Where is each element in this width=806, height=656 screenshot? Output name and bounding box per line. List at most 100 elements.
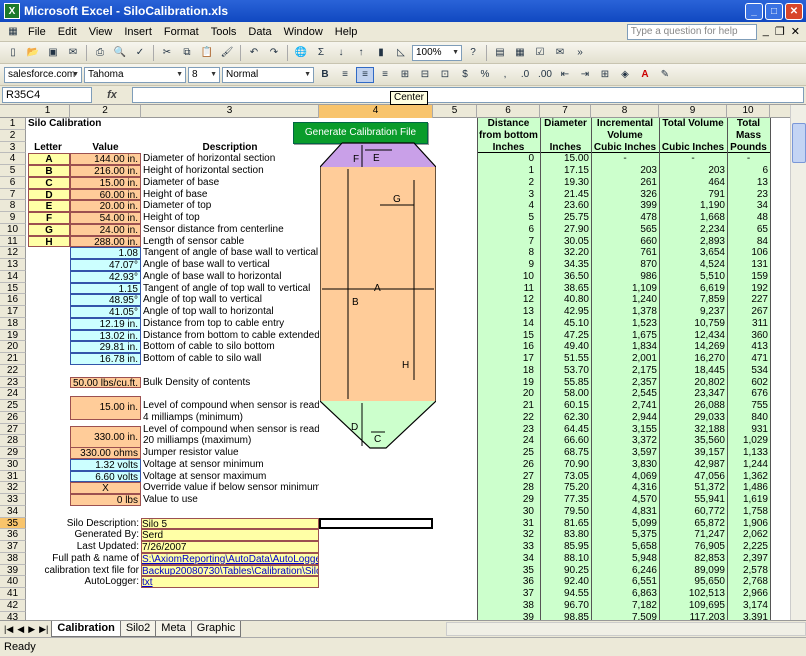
row-header[interactable]: 36 — [0, 529, 26, 541]
increase-decimal-icon[interactable]: .0 — [516, 67, 534, 83]
row-header[interactable]: 22 — [0, 364, 26, 377]
zoom-select[interactable]: 100% — [412, 44, 462, 61]
decrease-indent-icon[interactable]: ⇤ — [556, 67, 574, 83]
cut-icon[interactable]: ✂ — [158, 45, 176, 61]
value-input[interactable]: 54.00 in. — [70, 212, 141, 224]
save-icon[interactable]: ▣ — [44, 45, 62, 61]
font-color-icon[interactable]: A — [636, 67, 654, 83]
misc-value[interactable]: 330.00 ohms — [70, 447, 141, 459]
meta-value[interactable]: S:\AxiomReporting\AutoData\AutoLogger — [141, 552, 319, 565]
fx-icon[interactable]: fx — [92, 89, 132, 101]
row-header[interactable]: 38 — [0, 552, 26, 565]
level-max-input[interactable]: 330.00 in. — [70, 425, 141, 449]
open-icon[interactable]: 📂 — [24, 45, 42, 61]
row-header[interactable]: 40 — [0, 576, 26, 588]
tab-silo2[interactable]: Silo2 — [119, 621, 157, 637]
value-input[interactable]: 288.00 in. — [70, 235, 141, 248]
row-header[interactable]: 34 — [0, 505, 26, 518]
meta-value[interactable]: Serd — [141, 529, 319, 541]
bold-button[interactable]: B — [316, 67, 334, 83]
sort-ascending-icon[interactable]: ↓ — [332, 45, 350, 61]
doc-close-button[interactable]: ✕ — [791, 25, 800, 38]
row-header[interactable]: 27 — [0, 423, 26, 436]
currency-icon[interactable]: $ — [456, 67, 474, 83]
prev-sheet-icon[interactable]: ◀ — [17, 624, 24, 635]
row-header[interactable]: 1 — [0, 118, 26, 130]
undo-icon[interactable]: ↶ — [245, 45, 263, 61]
font-select[interactable]: Tahoma — [84, 66, 186, 83]
autosum-icon[interactable]: Σ — [312, 45, 330, 61]
active-cell[interactable] — [319, 517, 433, 530]
excel-doc-icon[interactable]: ▦ — [4, 24, 22, 40]
row-header[interactable]: 19 — [0, 329, 26, 342]
align-center-icon[interactable]: ≡ — [356, 66, 374, 83]
row-header[interactable]: 10 — [0, 223, 26, 236]
reviewing-icon[interactable]: ▤ — [491, 45, 509, 61]
borders-icon[interactable]: ⊞ — [596, 67, 614, 83]
sort-descending-icon[interactable]: ↑ — [352, 45, 370, 61]
forms-icon[interactable]: ☑ — [531, 45, 549, 61]
row-header[interactable]: 9 — [0, 212, 26, 224]
menu-insert[interactable]: Insert — [118, 26, 158, 38]
column-header[interactable]: 2 — [70, 105, 141, 118]
menu-tools[interactable]: Tools — [205, 26, 243, 38]
name-box[interactable]: R35C4 — [2, 87, 92, 103]
row-header[interactable]: 18 — [0, 317, 26, 330]
row-header[interactable]: 42 — [0, 599, 26, 612]
value-input[interactable]: 216.00 in. — [70, 165, 141, 177]
mail-icon[interactable]: ✉ — [551, 45, 569, 61]
row-header[interactable]: 14 — [0, 270, 26, 283]
misc-value[interactable]: X — [70, 482, 141, 494]
row-header[interactable]: 28 — [0, 435, 26, 447]
tab-graphic[interactable]: Graphic — [190, 621, 242, 637]
horizontal-scrollbar[interactable] — [446, 622, 806, 636]
draw-border-icon[interactable]: ✎ — [656, 67, 674, 83]
unmerge-icon[interactable]: ⊡ — [436, 67, 454, 83]
decrease-decimal-icon[interactable]: .00 — [536, 67, 554, 83]
first-sheet-icon[interactable]: |◀ — [4, 624, 13, 635]
misc-value[interactable]: 6.60 volts — [70, 470, 141, 483]
chart-wizard-icon[interactable]: ▮ — [372, 45, 390, 61]
print-preview-icon[interactable]: 🔍 — [111, 45, 129, 61]
row-header[interactable]: 41 — [0, 588, 26, 600]
maximize-button[interactable]: □ — [765, 2, 783, 20]
meta-value[interactable]: Backup20080730\Tables\Calibration\Silo5. — [141, 564, 319, 577]
style-select[interactable]: Normal — [222, 66, 314, 83]
row-header[interactable]: 23 — [0, 376, 26, 389]
menu-help[interactable]: Help — [329, 26, 364, 38]
row-header[interactable]: 30 — [0, 458, 26, 471]
column-header[interactable]: 8 — [591, 105, 659, 118]
row-header[interactable]: 35 — [0, 517, 26, 530]
column-header[interactable]: 7 — [540, 105, 591, 118]
value-input[interactable]: 20.00 in. — [70, 200, 141, 212]
misc-value[interactable]: 0 lbs — [70, 494, 141, 506]
menu-view[interactable]: View — [83, 26, 119, 38]
row-header[interactable]: 6 — [0, 176, 26, 189]
menu-file[interactable]: File — [22, 26, 52, 38]
row-header[interactable]: 20 — [0, 341, 26, 353]
doc-restore-button[interactable]: ❐ — [775, 25, 785, 38]
paste-icon[interactable]: 📋 — [198, 45, 216, 61]
row-header[interactable]: 15 — [0, 282, 26, 295]
new-icon[interactable]: ▯ — [4, 45, 22, 61]
tab-meta[interactable]: Meta — [155, 621, 192, 637]
row-header[interactable]: 21 — [0, 353, 26, 365]
last-sheet-icon[interactable]: ▶| — [39, 624, 48, 635]
meta-value[interactable]: txt — [141, 576, 319, 588]
percent-icon[interactable]: % — [476, 67, 494, 83]
help-icon[interactable]: ? — [464, 45, 482, 61]
row-header[interactable]: 5 — [0, 165, 26, 177]
column-header[interactable]: 6 — [477, 105, 540, 118]
density-input[interactable]: 50.00 lbs/cu.ft. — [70, 376, 141, 389]
row-header[interactable]: 12 — [0, 247, 26, 259]
drawing-icon[interactable]: ◺ — [392, 45, 410, 61]
row-header[interactable]: 16 — [0, 294, 26, 306]
permission-icon[interactable]: ✉ — [64, 45, 82, 61]
close-button[interactable]: ✕ — [785, 2, 803, 20]
next-sheet-icon[interactable]: ▶ — [28, 624, 35, 635]
ask-question-input[interactable]: Type a question for help — [626, 23, 757, 40]
row-header[interactable]: 37 — [0, 541, 26, 553]
row-header[interactable]: 31 — [0, 470, 26, 483]
vertical-scrollbar[interactable] — [790, 105, 806, 620]
column-header[interactable]: 3 — [141, 105, 319, 118]
